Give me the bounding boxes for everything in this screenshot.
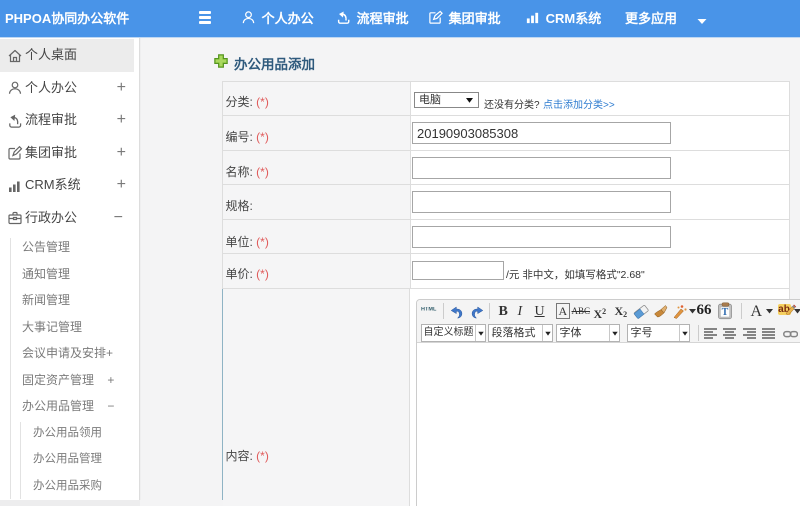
svg-text:T: T — [721, 307, 728, 318]
